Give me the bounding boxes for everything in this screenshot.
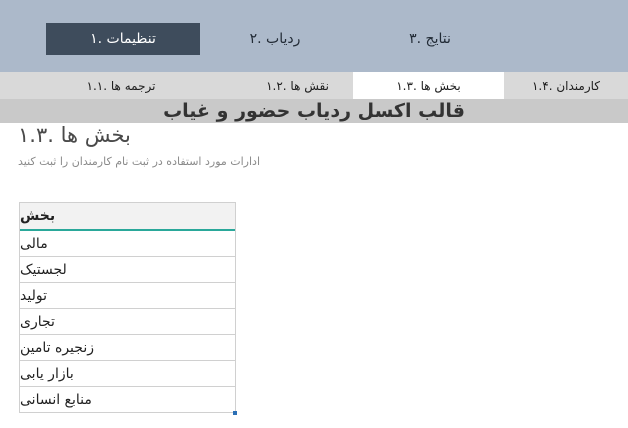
tab-tracker[interactable]: ردیاب .۲ [220, 23, 330, 55]
page-banner-title: قالب اکسل ردیاب حضور و غیاب [0, 99, 628, 123]
table-row[interactable]: تجاری [20, 309, 235, 335]
departments-table: بخش مالی لجستیک تولید تجاری زنجیره تامین… [19, 202, 237, 415]
table-row[interactable]: تولید [20, 283, 235, 309]
table-row[interactable]: بازار یابی [20, 361, 235, 387]
table-row[interactable]: مالی [20, 231, 235, 257]
tab-results[interactable]: نتایج .۳ [375, 23, 485, 55]
table-resize-handle[interactable] [233, 411, 237, 415]
section-description: ادارات مورد استفاده در ثبت نام کارمندان … [18, 155, 260, 168]
section-title: بخش ها .۱.۳ [18, 123, 131, 147]
tab-settings[interactable]: تنظیمات .۱ [46, 23, 200, 55]
table-row[interactable]: لجستیک [20, 257, 235, 283]
table-row[interactable]: منابع انسانی [20, 387, 235, 413]
table-row[interactable]: زنجیره تامین [20, 335, 235, 361]
tab-departments[interactable]: بخش ها .۱.۳ [353, 72, 504, 99]
tab-translations[interactable]: ترجمه ها .۱.۱ [0, 72, 242, 99]
table-header-department: بخش [20, 202, 235, 231]
sub-navigation: ترجمه ها .۱.۱ نقش ها .۱.۲ بخش ها .۱.۳ کا… [0, 72, 628, 99]
tab-roles[interactable]: نقش ها .۱.۲ [242, 72, 353, 99]
tab-employees[interactable]: کارمندان .۱.۴ [504, 72, 628, 99]
top-navigation: تنظیمات .۱ ردیاب .۲ نتایج .۳ [0, 0, 628, 72]
